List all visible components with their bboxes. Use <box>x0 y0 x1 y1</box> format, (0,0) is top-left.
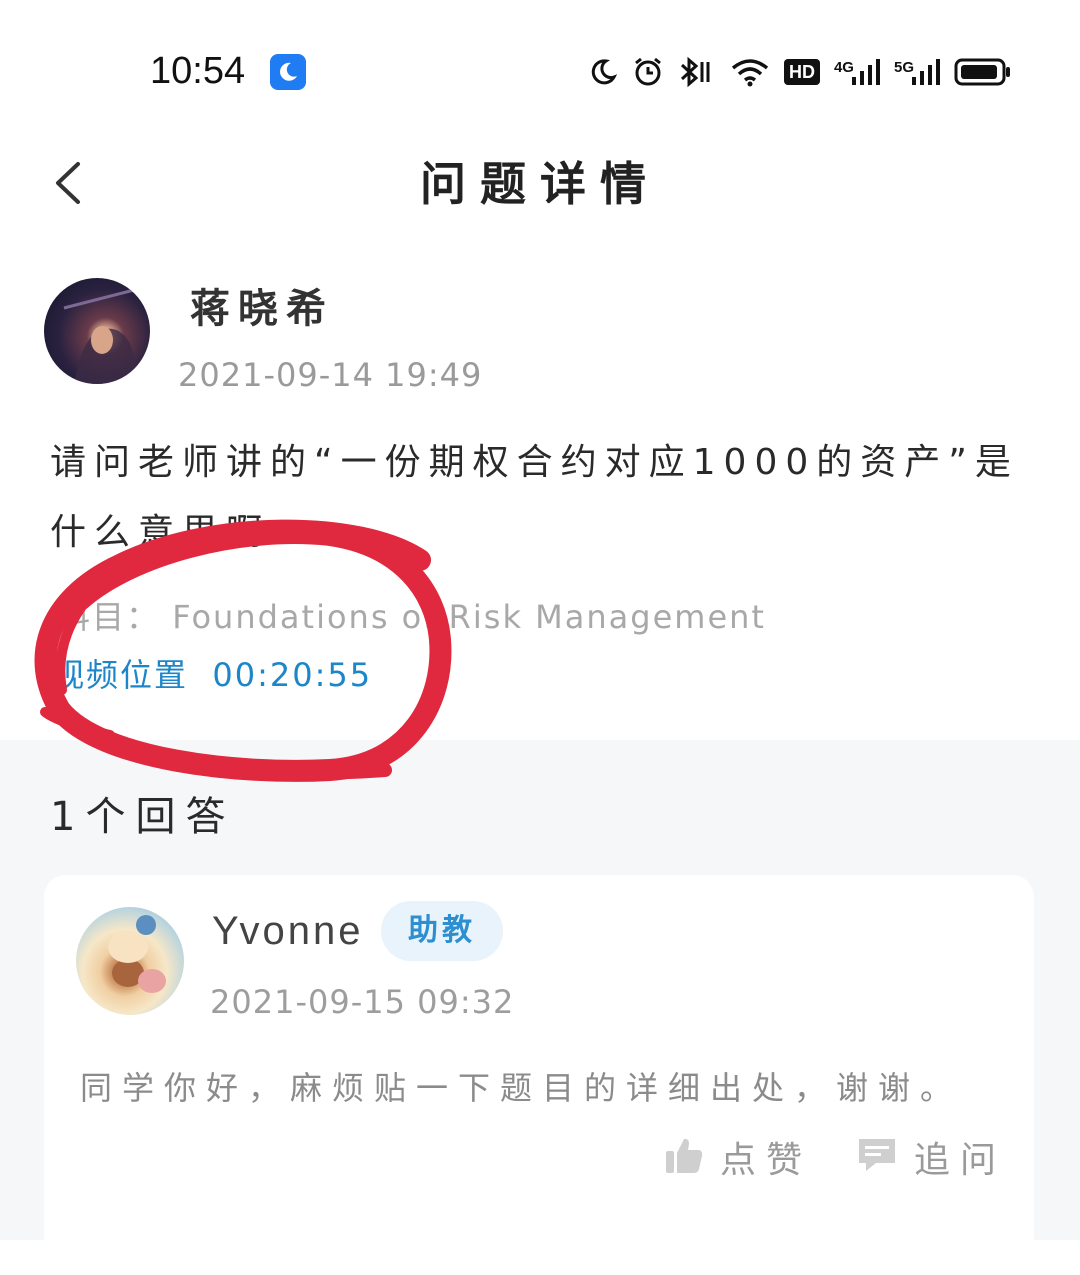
bluetooth-icon <box>678 56 716 88</box>
answers-section: 1个回答 Yvonne 助教 2021-09-15 09:32 同学你好，麻烦贴… <box>0 740 1080 1275</box>
comment-icon <box>856 1135 898 1179</box>
question-author-avatar[interactable] <box>44 278 150 384</box>
battery-icon <box>954 57 1012 87</box>
status-time: 10:54 <box>150 50 246 92</box>
follow-up-label: 追问 <box>914 1140 1007 1181</box>
do-not-disturb-icon <box>270 54 306 90</box>
status-icons: HD 4G 5G <box>588 52 1012 92</box>
signal-5g-icon: 5G <box>894 57 940 87</box>
video-position-label: 视频位置 <box>52 656 189 694</box>
wifi-icon <box>730 56 770 88</box>
answer-text: 同学你好，麻烦贴一下题目的详细出处，谢谢。 <box>80 1069 963 1107</box>
course-info: 科目： Foundations of Risk Management <box>58 592 766 638</box>
page-title: 问题详情 <box>420 157 660 211</box>
signal-4g-icon: 4G <box>834 57 880 87</box>
question-text: 请问老师讲的“一份期权合约对应1000的资产”是什么意思啊 <box>50 442 1019 553</box>
question-author-name: 蒋晓希 <box>190 286 334 332</box>
video-position-link[interactable]: 视频位置 00:20:55 <box>52 650 372 696</box>
teaching-assistant-badge: 助教 <box>381 901 503 961</box>
follow-up-button[interactable]: 追问 <box>856 1131 1006 1183</box>
answer-card: Yvonne 助教 2021-09-15 09:32 同学你好，麻烦贴一下题目的… <box>44 875 1034 1275</box>
like-button[interactable]: 点赞 <box>664 1131 812 1183</box>
video-position-time: 00:20:55 <box>212 656 373 694</box>
alarm-icon <box>632 56 664 88</box>
answer-timestamp: 2021-09-15 09:32 <box>210 983 515 1021</box>
navigation-header: 问题详情 <box>0 130 1080 230</box>
moon-icon <box>588 57 618 87</box>
like-label: 点赞 <box>720 1140 813 1181</box>
status-bar: 10:54 HD 4G 5G <box>0 0 1080 140</box>
hd-icon: HD <box>783 59 820 85</box>
course-name: Foundations of Risk Management <box>172 598 766 636</box>
thumbs-up-icon <box>664 1135 704 1179</box>
course-label: 科目： <box>58 598 161 636</box>
answerer-avatar[interactable] <box>76 907 184 1015</box>
answerer-name: Yvonne <box>212 909 364 953</box>
answers-count: 1个回答 <box>50 794 236 840</box>
question-timestamp: 2021-09-14 19:49 <box>178 356 483 394</box>
